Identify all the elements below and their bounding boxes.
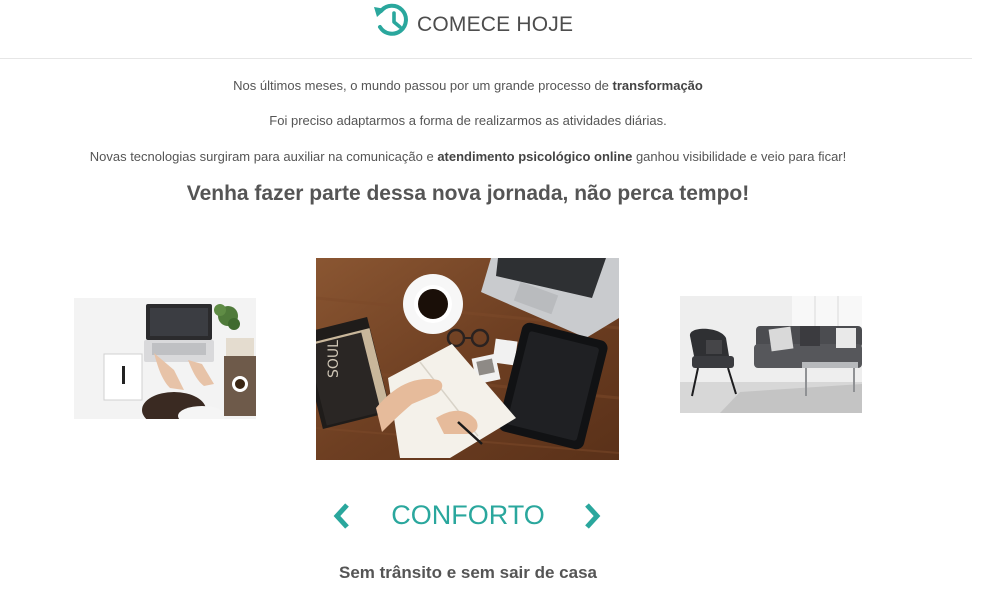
intro-line-3-text-end: ganhou visibilidade e veio para ficar! <box>632 149 847 164</box>
writing-notebook-coffee-photo: SOUL <box>316 258 619 460</box>
intro-line-1-bold: transformação <box>612 78 703 93</box>
intro-line-3: Novas tecnologias surgiram para auxiliar… <box>0 148 936 166</box>
carousel-slide-subtitle: Sem trânsito e sem sair de casa <box>339 563 597 582</box>
history-clock-icon <box>372 1 412 41</box>
carousel-slide-next[interactable] <box>680 296 862 413</box>
carousel-next-button[interactable] <box>580 501 604 531</box>
living-room-armchair-sofa-photo <box>680 296 862 413</box>
intro-line-2: Foi preciso adaptarmos a forma de realiz… <box>269 113 667 128</box>
intro-line-1: Nos últimos meses, o mundo passou por um… <box>0 77 936 95</box>
carousel-slide-active[interactable]: SOUL <box>316 258 619 460</box>
carousel-prev-button[interactable] <box>330 501 354 531</box>
intro-line-3-bold: atendimento psicológico online <box>437 149 633 164</box>
chevron-left-icon <box>333 503 349 529</box>
carousel-slide-prev[interactable] <box>74 298 256 419</box>
section-title: COMECE HOJE <box>417 13 574 36</box>
cta-heading: Venha fazer parte dessa nova jornada, nã… <box>186 182 750 205</box>
chevron-right-icon <box>585 503 601 529</box>
page: COMECE HOJE Nos últimos meses, o mundo p… <box>0 0 996 612</box>
svg-text:SOUL: SOUL <box>326 340 342 378</box>
intro-line-1-text: Nos últimos meses, o mundo passou por um… <box>233 78 613 93</box>
carousel-slide-title: CONFORTO <box>391 500 545 530</box>
section-header: COMECE HOJE <box>0 0 972 59</box>
intro-line-3-text: Novas tecnologias surgiram para auxiliar… <box>89 149 438 164</box>
laptop-desk-photo <box>74 298 256 419</box>
